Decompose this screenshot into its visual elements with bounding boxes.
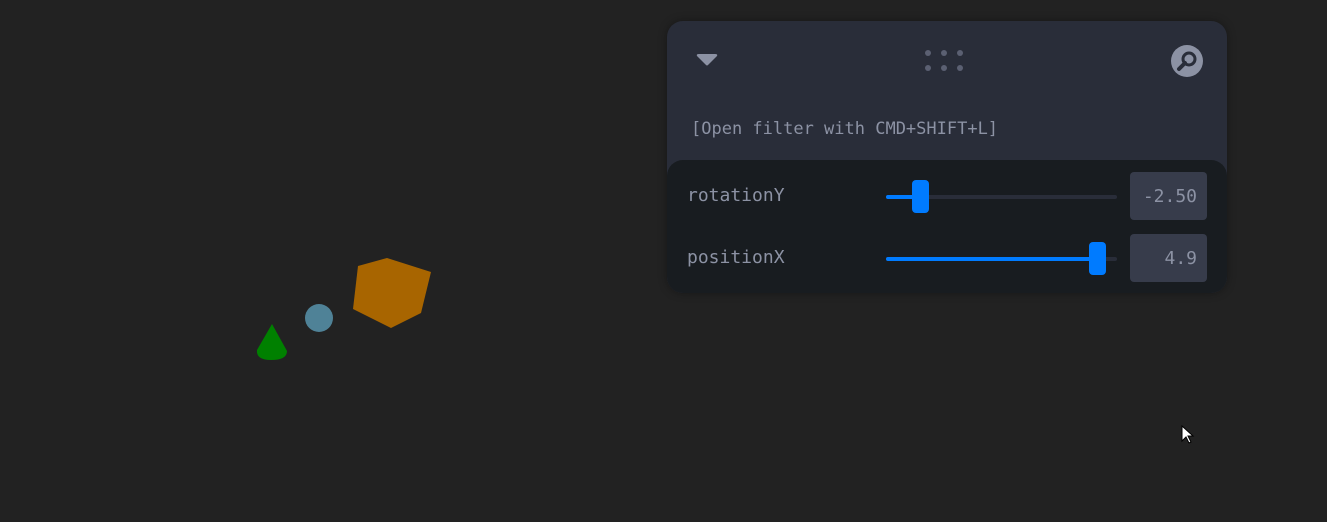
filter-hint: [Open filter with CMD+SHIFT+L] (691, 119, 999, 139)
controls-list: rotationY positionX (667, 160, 1227, 293)
search-icon[interactable] (1170, 44, 1204, 78)
cone-object (256, 324, 287, 360)
positionX-value-input[interactable] (1130, 234, 1207, 282)
drag-dots-icon[interactable] (924, 50, 970, 74)
positionX-slider[interactable] (886, 242, 1117, 276)
slider-thumb[interactable] (912, 180, 929, 213)
rotationY-value-input[interactable] (1130, 172, 1207, 220)
chevron-down-icon[interactable] (695, 53, 719, 69)
control-label: rotationY (687, 185, 785, 206)
slider-fill (886, 257, 1098, 261)
slider-thumb[interactable] (1089, 242, 1106, 275)
control-row-positionX: positionX (667, 234, 1227, 284)
mouse-cursor-icon (1181, 424, 1195, 445)
controls-panel: [Open filter with CMD+SHIFT+L] rotationY… (667, 21, 1227, 293)
control-row-rotationY: rotationY (667, 172, 1227, 222)
control-label: positionX (687, 247, 785, 268)
dodecahedron-object (353, 258, 431, 328)
rotationY-slider[interactable] (886, 180, 1117, 214)
panel-titlebar (667, 21, 1227, 101)
sphere-object (305, 304, 333, 332)
